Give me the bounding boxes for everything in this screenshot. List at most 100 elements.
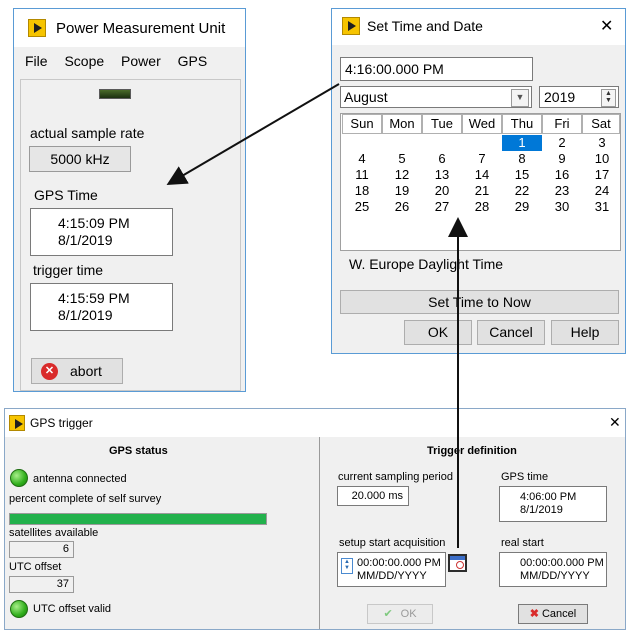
- calendar-picker-icon[interactable]: [448, 554, 467, 572]
- current-sampling-period-field: 20.000 ms: [337, 486, 409, 506]
- gps-ok-button[interactable]: ✔ OK: [367, 604, 433, 624]
- ok-button[interactable]: OK: [404, 320, 472, 345]
- calendar-day-empty: [422, 135, 462, 151]
- calendar-day[interactable]: 5: [382, 151, 422, 167]
- help-button[interactable]: Help: [551, 320, 619, 345]
- calendar-day[interactable]: 17: [582, 167, 622, 183]
- weekday-tue: Tue: [422, 114, 462, 134]
- close-icon[interactable]: ✕: [609, 414, 621, 431]
- menu-gps[interactable]: GPS: [178, 53, 208, 69]
- calendar-day[interactable]: 25: [342, 199, 382, 215]
- menu-scope[interactable]: Scope: [64, 53, 104, 69]
- trigger-time-value: 4:15:59 PM: [58, 290, 130, 306]
- survey-progress-fill: [10, 514, 266, 524]
- trigger-definition-heading: Trigger definition: [427, 445, 517, 457]
- pmu-window-title: Power Measurement Unit: [56, 20, 226, 37]
- gps-date-value: 8/1/2019: [520, 504, 563, 516]
- calendar-day[interactable]: 19: [382, 183, 422, 199]
- antenna-connected-label: antenna connected: [33, 473, 127, 485]
- year-stepper[interactable]: 2019 ▲ ▼: [539, 86, 619, 108]
- setup-start-date: MM/DD/YYYY: [357, 570, 427, 582]
- calendar-day[interactable]: 28: [462, 199, 502, 215]
- utc-offset-label: UTC offset: [9, 561, 62, 573]
- abort-button[interactable]: ✕ abort: [31, 358, 123, 384]
- utc-offset-valid-led: [10, 600, 28, 618]
- real-start-label: real start: [501, 537, 544, 549]
- calendar-day[interactable]: 21: [462, 183, 502, 199]
- satellites-value: 6: [9, 541, 74, 558]
- calendar-day[interactable]: 31: [582, 199, 622, 215]
- actual-sample-rate-label: actual sample rate: [30, 125, 145, 141]
- calendar-day-grid: 1 2 3 4 5 6 7 8 9 10 11 12 13 14 15 16 17 18 19 20 21 22 23 24 2…: [342, 135, 622, 215]
- calendar-day[interactable]: 26: [382, 199, 422, 215]
- calendar-day[interactable]: 24: [582, 183, 622, 199]
- setup-start-input[interactable]: ▲ ▼ 00:00:00.000 PM MM/DD/YYYY: [337, 552, 446, 587]
- calendar-day[interactable]: 30: [542, 199, 582, 215]
- antenna-connected-led: [10, 469, 28, 487]
- cancel-button[interactable]: Cancel: [477, 320, 545, 345]
- calendar-weekday-header: Sun Mon Tue Wed Thu Fri Sat: [342, 114, 620, 134]
- power-measurement-unit-window: Power Measurement Unit File Scope Power …: [13, 8, 246, 392]
- calendar-day[interactable]: 16: [542, 167, 582, 183]
- calendar-day[interactable]: 29: [502, 199, 542, 215]
- set-time-window-title: Set Time and Date: [367, 18, 483, 34]
- gps-time-display: 4:06:00 PM 8/1/2019: [499, 486, 607, 522]
- calendar-day[interactable]: 2: [542, 135, 582, 151]
- calendar-day[interactable]: 18: [342, 183, 382, 199]
- weekday-fri: Fri: [542, 114, 582, 134]
- calendar-day[interactable]: 15: [502, 167, 542, 183]
- real-start-display: 00:00:00.000 PM MM/DD/YYYY: [499, 552, 607, 587]
- pmu-titlebar: Power Measurement Unit: [14, 9, 245, 47]
- current-sampling-period-label: current sampling period: [338, 471, 453, 483]
- utc-offset-value: 37: [9, 576, 74, 593]
- calendar-day[interactable]: 23: [542, 183, 582, 199]
- calendar-day[interactable]: 8: [502, 151, 542, 167]
- calendar-day[interactable]: 22: [502, 183, 542, 199]
- weekday-thu: Thu: [502, 114, 542, 134]
- calendar-day[interactable]: 1: [502, 135, 542, 151]
- chevron-down-icon[interactable]: ▼: [511, 89, 529, 107]
- calendar-day[interactable]: 12: [382, 167, 422, 183]
- gps-time-label: GPS time: [501, 471, 549, 483]
- menu-file[interactable]: File: [25, 53, 48, 69]
- gps-trigger-window-title: GPS trigger: [30, 416, 93, 430]
- calendar-day[interactable]: 9: [542, 151, 582, 167]
- setup-start-time: 00:00:00.000 PM: [357, 557, 441, 569]
- weekday-sat: Sat: [582, 114, 620, 134]
- calendar-day-empty: [382, 135, 422, 151]
- calendar-day[interactable]: 27: [422, 199, 462, 215]
- calendar-day[interactable]: 14: [462, 167, 502, 183]
- gps-trigger-titlebar: GPS trigger ✕: [5, 409, 625, 437]
- set-time-to-now-button[interactable]: Set Time to Now: [340, 290, 619, 314]
- calendar-day[interactable]: 20: [422, 183, 462, 199]
- labview-app-icon: [9, 415, 25, 431]
- trigger-time-display: 4:15:59 PM 8/1/2019: [30, 283, 173, 331]
- abort-label: abort: [70, 363, 102, 379]
- gps-time-display: 4:15:09 PM 8/1/2019: [30, 208, 173, 256]
- calendar-day[interactable]: 11: [342, 167, 382, 183]
- calendar-day[interactable]: 4: [342, 151, 382, 167]
- real-start-date: MM/DD/YYYY: [520, 570, 590, 582]
- status-led-indicator: [99, 89, 131, 99]
- gps-time-label: GPS Time: [34, 187, 98, 203]
- gps-cancel-button[interactable]: ✖ Cancel: [518, 604, 588, 624]
- setup-start-spin-icon[interactable]: ▲ ▼: [341, 558, 353, 574]
- calendar-day[interactable]: 10: [582, 151, 622, 167]
- calendar-day[interactable]: 7: [462, 151, 502, 167]
- close-icon[interactable]: ✕: [600, 16, 613, 36]
- labview-app-icon: [28, 19, 46, 37]
- weekday-sun: Sun: [342, 114, 382, 134]
- menu-power[interactable]: Power: [121, 53, 161, 69]
- month-select[interactable]: August ▼: [340, 86, 532, 108]
- calendar-day[interactable]: 13: [422, 167, 462, 183]
- gps-status-heading: GPS status: [109, 445, 168, 457]
- weekday-mon: Mon: [382, 114, 422, 134]
- set-time-titlebar: Set Time and Date ✕: [332, 9, 625, 45]
- time-input[interactable]: 4:16:00.000 PM: [340, 57, 533, 81]
- calendar-day[interactable]: 3: [582, 135, 622, 151]
- weekday-wed: Wed: [462, 114, 502, 134]
- calendar-day[interactable]: 6: [422, 151, 462, 167]
- calendar-day-empty: [342, 135, 382, 151]
- year-spin-buttons-icon[interactable]: ▲ ▼: [601, 89, 616, 107]
- set-time-and-date-window: Set Time and Date ✕ 4:16:00.000 PM Augus…: [331, 8, 626, 354]
